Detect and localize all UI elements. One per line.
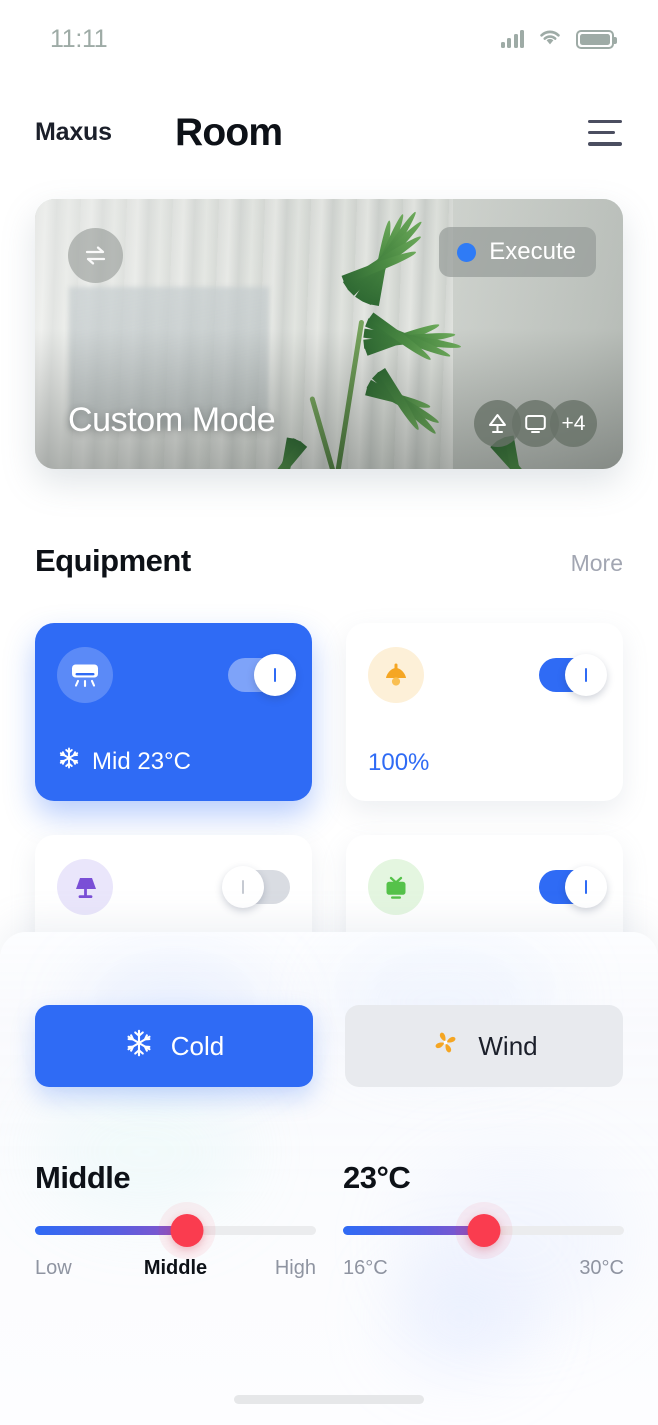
tv-icon [368, 859, 424, 915]
mode-button-label: Cold [170, 1030, 225, 1061]
status-bar-icons [500, 27, 617, 51]
equipment-more-link[interactable]: More [571, 550, 623, 577]
more-count-badge[interactable]: +4 [550, 400, 597, 447]
app-header: Maxus Room [0, 95, 658, 170]
page-title: Room [175, 110, 283, 154]
mode-button-row: Cold Wind [35, 1005, 623, 1087]
device-card-air-conditioner[interactable]: Mid 23°C [35, 623, 312, 801]
scene-name: Custom Mode [68, 401, 276, 439]
ceiling-lamp-icon [368, 647, 424, 703]
device-toggle-television[interactable] [539, 866, 607, 908]
mode-button-cold[interactable]: Cold [35, 1005, 313, 1087]
toggle-knob [565, 654, 607, 696]
device-card-ceiling-light[interactable]: 100% [346, 623, 623, 801]
device-toggle-table-lamp[interactable] [222, 866, 290, 908]
more-count-label: +4 [561, 411, 586, 435]
toggle-knob [222, 866, 264, 908]
device-status-text: Mid 23°C [92, 747, 191, 775]
device-status-air-conditioner: Mid 23°C [57, 746, 191, 777]
device-card-top-row [368, 859, 607, 915]
device-toggle-ceiling-light[interactable] [539, 654, 607, 696]
table-lamp-icon [57, 859, 113, 915]
snowflake-icon [124, 1028, 154, 1065]
execute-label: Execute [489, 238, 576, 265]
status-bar: 11:11 [0, 0, 658, 78]
device-toggle-air-conditioner[interactable] [228, 654, 296, 696]
device-status-text: 100% [368, 749, 430, 776]
fan-speed-slider-thumb[interactable] [170, 1214, 204, 1247]
hamburger-menu-icon[interactable] [588, 119, 622, 146]
slider-fill [35, 1226, 187, 1235]
execute-button[interactable]: Execute [439, 227, 596, 277]
air-conditioner-icon [57, 647, 113, 703]
scene-device-list: +4 [474, 400, 597, 447]
fan-speed-label-low: Low [35, 1257, 72, 1279]
slider-fill [343, 1226, 484, 1235]
swap-arrows-icon[interactable] [68, 228, 123, 283]
fan-icon [430, 1027, 461, 1065]
fan-speed-label-high: High [274, 1257, 316, 1279]
device-status-ceiling-light: 100% [368, 749, 429, 777]
temperature-label-min: 16°C [343, 1257, 388, 1279]
wifi-icon [537, 27, 563, 51]
temperature-value: 23°C [343, 1160, 411, 1195]
snowflake-icon [57, 746, 81, 777]
mode-button-wind[interactable]: Wind [345, 1005, 623, 1087]
device-card-top-row [57, 859, 290, 915]
fan-speed-control: Middle Low Middle High [35, 1160, 316, 1281]
mode-button-label: Wind [478, 1030, 538, 1061]
fan-speed-scale-labels: Low Middle High [35, 1257, 316, 1281]
temperature-slider[interactable] [343, 1214, 624, 1247]
temperature-slider-thumb[interactable] [467, 1214, 500, 1247]
status-bar-clock: 11:11 [50, 24, 108, 53]
temperature-control: 23°C 16°C 30°C [343, 1160, 624, 1281]
brand-name: Maxus [35, 118, 112, 146]
toggle-knob [565, 866, 607, 908]
equipment-title: Equipment [35, 543, 191, 578]
equipment-section-header: Equipment More [35, 543, 623, 579]
device-card-top-row [57, 647, 296, 703]
fan-speed-slider[interactable] [35, 1214, 316, 1247]
battery-icon [576, 29, 617, 49]
fan-speed-label-mid: Middle [143, 1257, 208, 1279]
home-indicator[interactable] [234, 1395, 424, 1404]
device-control-bottom-sheet: Cold Wind Middle Low Middle High 23°C 16… [0, 932, 658, 1425]
cellular-signal-icon [500, 30, 524, 48]
toggle-knob [254, 654, 296, 696]
temperature-scale-labels: 16°C 30°C [343, 1257, 624, 1281]
execute-status-dot [457, 242, 477, 262]
fan-speed-value: Middle [35, 1160, 131, 1195]
device-card-top-row [368, 647, 607, 703]
temperature-label-max: 30°C [579, 1257, 624, 1279]
scene-card[interactable]: Execute Custom Mode +4 [35, 199, 623, 469]
phone-screen: 11:11 Maxus Room Execute Custom Mode +4 … [0, 0, 658, 1425]
